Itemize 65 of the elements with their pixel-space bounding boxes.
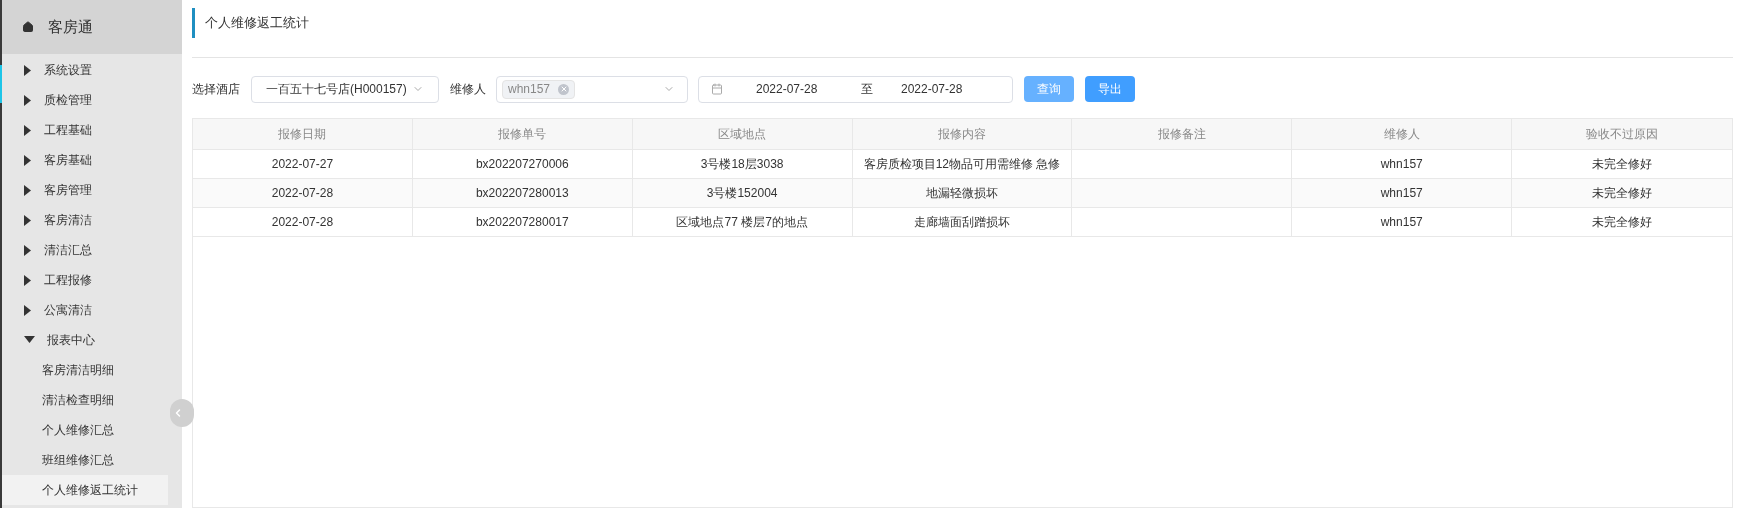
column-header: 报修日期 (193, 119, 413, 149)
column-header: 区域地点 (632, 119, 853, 149)
start-date: 2022-07-28 (756, 81, 819, 98)
collapsed-caret-icon (24, 304, 32, 316)
table-cell-text: 走廊墙面刮蹭损坏 (914, 214, 1010, 231)
date-separator: 至 (861, 81, 873, 98)
table-cell-text: 3号楼18层3038 (700, 156, 784, 173)
column-header: 报修单号 (412, 119, 633, 149)
expanded-caret-icon (24, 336, 35, 344)
table-cell-text: 客房质检项目12物品可用需维修 急修 (863, 156, 1061, 173)
repairer-label: 维修人 (450, 81, 486, 98)
hotel-label: 选择酒店 (192, 81, 240, 98)
hotel-select[interactable]: 一百五十七号店(H000157) (251, 75, 439, 103)
menu-item[interactable]: 客房清洁 (2, 205, 182, 235)
scroll-indicator (0, 65, 2, 103)
collapse-button[interactable] (170, 399, 194, 427)
menu-item[interactable]: 清洁汇总 (2, 235, 182, 265)
home-icon (22, 21, 34, 33)
table-cell-text: 2022-07-27 (271, 156, 334, 173)
collapsed-caret-icon (24, 244, 32, 256)
repairer-tag: whn157 (502, 79, 576, 99)
table-cell-text: whn157 (1380, 156, 1423, 173)
submenu-item[interactable]: 个人维修汇总 (2, 415, 168, 445)
column-header: 验收不过原因 (1585, 126, 1660, 143)
table-cell-text: 区域地点77 楼层7的地点 (676, 214, 808, 231)
column-header: 报修备注 (1072, 119, 1293, 149)
menu-item[interactable]: 客房基础 (2, 145, 182, 175)
submenu-item[interactable]: 班组维修汇总 (2, 445, 168, 475)
table-cell-text: 未完全修好 (1592, 156, 1653, 173)
collapsed-caret-icon (24, 184, 32, 196)
collapsed-caret-icon (24, 154, 32, 166)
menu-item[interactable]: 客房管理 (2, 175, 182, 205)
menu-item[interactable]: 报表中心 (2, 325, 182, 355)
submenu-item[interactable]: 清洁检查明细 (2, 385, 168, 415)
column-header: 维修人 (1292, 119, 1513, 149)
table-cell-text: bx202207270006 (475, 156, 569, 173)
collapsed-caret-icon (24, 274, 32, 286)
page-title: 个人维修返工统计 (192, 8, 1733, 38)
menu-item[interactable]: 系统设置 (2, 55, 182, 85)
table-cell-text: 2022-07-28 (271, 185, 334, 202)
table-cell-text: bx202207280017 (475, 214, 569, 231)
remove-tag-icon[interactable] (558, 83, 570, 95)
column-header: 报修内容 (852, 119, 1073, 149)
collapsed-caret-icon (24, 64, 32, 76)
submenu-item[interactable]: 客房清洁明细 (2, 355, 168, 385)
end-date: 2022-07-28 (901, 81, 963, 98)
table-cell-text: whn157 (1380, 185, 1423, 202)
date-range-field[interactable]: 2022-07-28 至 2022-07-28 (698, 75, 1013, 103)
table-cell-text: 未完全修好 (1592, 185, 1653, 202)
table-cell-text: bx202207280013 (475, 185, 569, 202)
menu-item[interactable]: 公寓清洁 (2, 295, 182, 325)
table-cell-text: 2022-07-28 (271, 214, 334, 231)
collapsed-caret-icon (24, 214, 32, 226)
menu-item[interactable]: 工程报修 (2, 265, 182, 295)
app-title: 客房通 (48, 16, 93, 37)
menu-item[interactable]: 工程基础 (2, 115, 182, 145)
collapsed-caret-icon (24, 124, 32, 136)
menu-item[interactable]: 质检管理 (2, 85, 182, 115)
calendar-icon (711, 83, 723, 95)
table-cell-text: 地漏轻微损坏 (926, 185, 998, 202)
submenu-item[interactable]: 个人维修返工统计 (2, 475, 168, 505)
table-cell-text: whn157 (1380, 214, 1423, 231)
table-cell-text: 未完全修好 (1592, 214, 1653, 231)
collapsed-caret-icon (24, 94, 32, 106)
table-cell-text: 3号楼152004 (706, 185, 778, 202)
